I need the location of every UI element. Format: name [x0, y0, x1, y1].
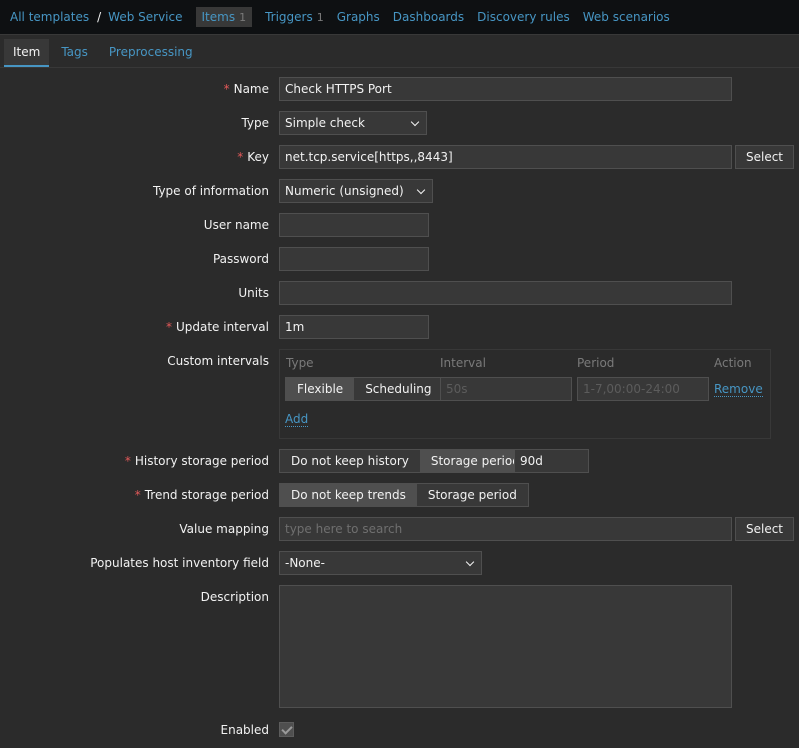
nav-triggers[interactable]: Triggers 1 — [265, 10, 324, 24]
trend-do-not-keep[interactable]: Do not keep trends — [280, 484, 417, 506]
custom-col-action: Action — [714, 356, 752, 370]
nav-web-scenarios[interactable]: Web scenarios — [583, 10, 670, 24]
nav-graphs[interactable]: Graphs — [337, 10, 380, 24]
custom-col-type: Type — [286, 356, 314, 370]
key-input[interactable]: net.tcp.service[https,,8443] — [279, 145, 732, 169]
nav-items[interactable]: Items 1 — [195, 7, 253, 27]
custom-col-period: Period — [577, 356, 615, 370]
nav-triggers-label: Triggers — [265, 10, 313, 24]
description-label: Description — [200, 590, 269, 604]
type-of-information-label: Type of information — [152, 184, 269, 198]
nav-dashboards[interactable]: Dashboards — [393, 10, 464, 24]
form-tabs: Item Tags Preprocessing — [4, 39, 205, 67]
trend-storage-label: * Trend storage period — [134, 488, 269, 502]
nav-items-label: Items — [201, 10, 236, 24]
trend-storage-period[interactable]: Storage period — [416, 484, 528, 506]
enabled-label: Enabled — [220, 723, 270, 737]
custom-add-link[interactable]: Add — [285, 412, 309, 427]
type-label: Type — [241, 116, 269, 130]
key-label: * Key — [237, 150, 269, 164]
custom-type-flexible[interactable]: Flexible — [286, 378, 355, 400]
custom-col-interval: Interval — [440, 356, 486, 370]
custom-period-input[interactable]: 1-7,00:00-24:00 — [577, 377, 709, 401]
tab-item[interactable]: Item — [4, 39, 50, 67]
nav-triggers-count: 1 — [316, 10, 324, 24]
history-storage-input[interactable]: 90d — [514, 449, 589, 473]
custom-intervals-table: Type Interval Period Action Flexible Sch… — [279, 349, 771, 439]
description-textarea[interactable] — [279, 585, 732, 708]
inventory-field-select[interactable]: -None- — [279, 551, 482, 575]
update-interval-input[interactable]: 1m — [279, 315, 429, 339]
enabled-checkbox[interactable] — [279, 722, 294, 737]
history-do-not-keep[interactable]: Do not keep history — [280, 450, 420, 472]
tab-tags[interactable]: Tags — [52, 39, 97, 65]
trend-storage-toggle: Do not keep trends Storage period — [279, 483, 529, 507]
key-select-button[interactable]: Select — [735, 145, 794, 169]
history-storage-label: * History storage period — [124, 454, 269, 468]
top-navigation: All templates / Web Service Items 1 Trigg… — [0, 0, 799, 34]
type-select[interactable]: Simple check — [279, 111, 427, 135]
custom-interval-input[interactable]: 50s — [440, 377, 572, 401]
breadcrumb-template[interactable]: Web Service — [108, 10, 182, 24]
value-mapping-label: Value mapping — [179, 522, 269, 536]
nav-items-count: 1 — [239, 10, 247, 24]
custom-type-toggle: Flexible Scheduling — [285, 377, 444, 401]
type-of-information-select[interactable]: Numeric (unsigned) — [279, 179, 433, 203]
password-input[interactable] — [279, 247, 429, 271]
custom-type-scheduling[interactable]: Scheduling — [354, 378, 443, 400]
custom-intervals-label: Custom intervals — [167, 354, 269, 368]
value-mapping-select-button[interactable]: Select — [735, 517, 794, 541]
name-label: * Name — [223, 82, 269, 96]
tab-divider — [0, 67, 799, 68]
password-label: Password — [212, 252, 269, 266]
name-input[interactable]: Check HTTPS Port — [279, 77, 732, 101]
history-storage-toggle: Do not keep history Storage period — [279, 449, 532, 473]
user-name-label: User name — [203, 218, 269, 232]
breadcrumb-separator: / — [97, 10, 102, 24]
custom-remove-link[interactable]: Remove — [714, 382, 763, 397]
nav-discovery-rules[interactable]: Discovery rules — [477, 10, 570, 24]
update-interval-label: * Update interval — [165, 320, 269, 334]
value-mapping-input[interactable]: type here to search — [279, 517, 732, 541]
units-input[interactable] — [279, 281, 732, 305]
user-name-input[interactable] — [279, 213, 429, 237]
tab-preprocessing[interactable]: Preprocessing — [100, 39, 202, 65]
breadcrumb-all-templates[interactable]: All templates — [10, 10, 89, 24]
inventory-field-label: Populates host inventory field — [90, 556, 269, 570]
units-label: Units — [238, 286, 269, 300]
